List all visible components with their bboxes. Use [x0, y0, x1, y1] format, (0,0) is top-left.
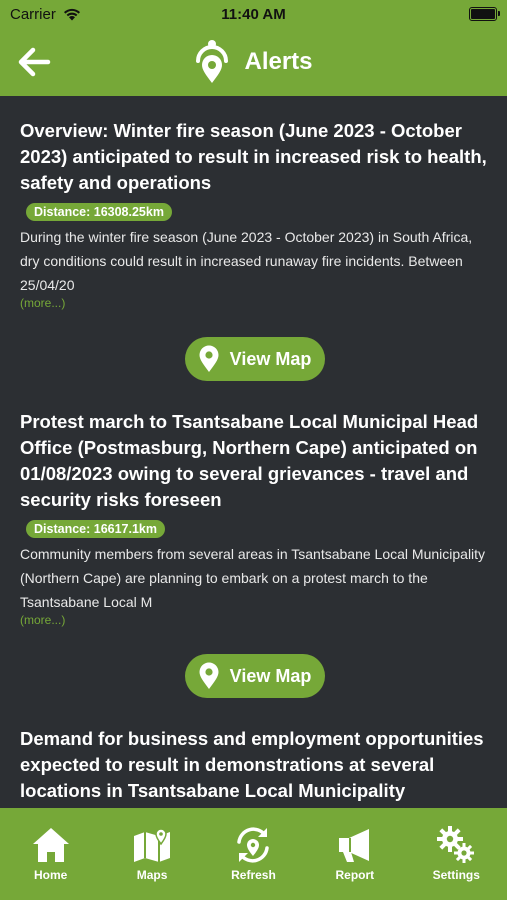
distance-badge: Distance: 16617.1km [26, 520, 165, 538]
view-map-label: View Map [229, 348, 312, 369]
alert-card: Overview: Winter fire season (June 2023 … [0, 96, 507, 381]
map-pin-icon [199, 662, 219, 689]
alert-title[interactable]: Demand for business and employment oppor… [20, 726, 489, 804]
gears-icon [437, 826, 475, 863]
map-pin-icon [199, 345, 219, 372]
tab-label: Home [34, 868, 68, 882]
tab-home[interactable]: Home [11, 808, 91, 882]
view-map-button[interactable]: View Map [184, 337, 325, 381]
tab-maps[interactable]: Maps [112, 808, 192, 882]
tab-label: Maps [136, 868, 168, 882]
tab-label: Report [335, 868, 375, 882]
more-link[interactable]: (more...) [20, 297, 489, 309]
tab-settings[interactable]: Settings [416, 808, 496, 882]
home-icon [32, 828, 69, 862]
megaphone-icon [338, 829, 369, 862]
location-logo-icon [196, 40, 229, 83]
battery-icon [469, 7, 500, 21]
alert-description: Community members from several areas in … [20, 546, 486, 610]
alert-description: During the winter fire season (June 2023… [20, 229, 473, 293]
carrier-label: Carrier [10, 5, 56, 23]
tab-bar: Home Maps Refresh Report Settings [0, 808, 507, 900]
distance-badge: Distance: 16308.25km [26, 203, 172, 221]
view-map-label: View Map [229, 665, 312, 686]
nav-title-group: Alerts [0, 36, 507, 88]
page-title: Alerts [244, 48, 313, 75]
alert-card: Demand for business and employment oppor… [0, 698, 507, 804]
tab-report[interactable]: Report [315, 808, 395, 882]
tab-label: Settings [432, 868, 480, 882]
alert-card: Protest march to Tsantsabane Local Munic… [0, 381, 507, 698]
carrier-info: Carrier [10, 6, 82, 23]
more-link[interactable]: (more...) [20, 614, 489, 626]
wifi-icon [63, 8, 80, 21]
map-icon [134, 828, 171, 862]
tab-refresh[interactable]: Refresh [213, 808, 293, 882]
refresh-icon [237, 827, 270, 863]
status-bar: Carrier 11:40 AM [0, 0, 507, 28]
nav-bar: Alerts [0, 28, 507, 96]
alerts-list[interactable]: Overview: Winter fire season (June 2023 … [0, 96, 507, 808]
alert-title[interactable]: Protest march to Tsantsabane Local Munic… [20, 409, 489, 513]
alert-title[interactable]: Overview: Winter fire season (June 2023 … [20, 118, 489, 196]
tab-label: Refresh [231, 868, 276, 882]
view-map-button[interactable]: View Map [184, 654, 325, 698]
